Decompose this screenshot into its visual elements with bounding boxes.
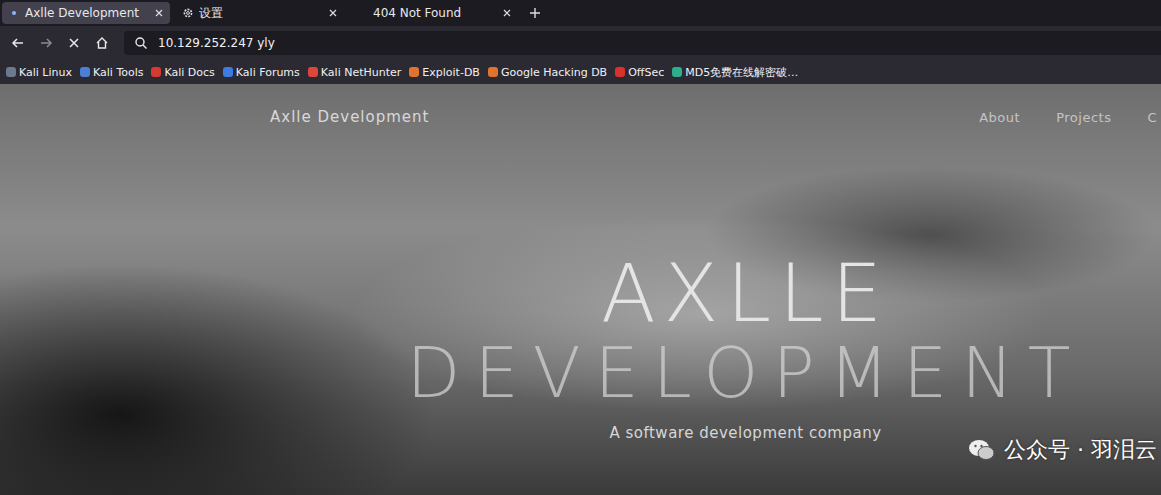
hero: AXLLEDEVELOPMENT A software development c… (0, 254, 1161, 442)
bookmark-item[interactable]: Kali Docs (151, 66, 214, 79)
watermark-text: 公众号 · 羽泪云 (1004, 435, 1157, 465)
bookmark-label: Kali Forums (236, 66, 300, 79)
bookmark-label: Kali Docs (164, 66, 214, 79)
loading-dot-icon (8, 7, 20, 19)
bookmark-label: Kali Linux (19, 66, 72, 79)
bookmark-item[interactable]: Kali NetHunter (308, 66, 402, 79)
bookmark-item[interactable]: OffSec (615, 66, 664, 79)
bookmark-item[interactable]: Kali Forums (223, 66, 300, 79)
bookmark-item[interactable]: Exploit-DB (409, 66, 480, 79)
address-bar[interactable]: 10.129.252.247 yly (124, 31, 1161, 55)
bookmark-item[interactable]: Kali Tools (80, 66, 143, 79)
gear-icon (182, 7, 194, 19)
tab-bar: Axlle Development 设置 404 Not Found (0, 0, 1161, 26)
favicon-icon (80, 67, 90, 77)
favicon-icon (672, 67, 682, 77)
favicon-icon (151, 67, 161, 77)
nav-toolbar: 10.129.252.247 yly (0, 26, 1161, 60)
tab-label: Axlle Development (25, 6, 149, 20)
browser-tab[interactable]: Axlle Development (2, 2, 170, 24)
close-icon[interactable] (328, 8, 338, 18)
forward-arrow-icon[interactable] (38, 35, 54, 51)
favicon-icon (223, 67, 233, 77)
nav-link[interactable]: Projects (1056, 110, 1111, 125)
back-arrow-icon[interactable] (10, 35, 26, 51)
bookmark-label: Kali Tools (93, 66, 143, 79)
stop-icon[interactable] (66, 35, 82, 51)
home-icon[interactable] (94, 35, 110, 51)
hero-tagline: A software development company (609, 424, 881, 442)
browser-tab[interactable]: 404 Not Found (350, 2, 518, 24)
bookmark-item[interactable]: Google Hacking DB (488, 66, 607, 79)
favicon-icon (488, 67, 498, 77)
web-page: Axlle Development About Projects C AXLLEDEVE… (0, 84, 1161, 495)
plus-icon[interactable] (528, 6, 542, 20)
wechat-icon (968, 438, 996, 462)
tab-label: 404 Not Found (373, 6, 497, 20)
bookmark-label: OffSec (628, 66, 664, 79)
tab-label: 设置 (199, 5, 323, 22)
bookmark-label: Kali NetHunter (321, 66, 402, 79)
bookmark-item[interactable]: MD5免费在线解密破… (672, 65, 798, 80)
search-icon (134, 36, 148, 50)
nav-link[interactable]: C (1147, 110, 1157, 125)
hero-subtitle: DEVELOPMENT (407, 338, 1085, 408)
favicon-icon (615, 67, 625, 77)
watermark: 公众号 · 羽泪云 (968, 435, 1157, 465)
bookmarks-bar: Kali Linux Kali Tools Kali Docs Kali Forums… (0, 60, 1161, 84)
bookmark-item[interactable]: Kali Linux (6, 66, 72, 79)
close-icon[interactable] (154, 8, 164, 18)
close-icon[interactable] (502, 8, 512, 18)
nav-link[interactable]: About (979, 110, 1020, 125)
favicon-icon (308, 67, 318, 77)
favicon-icon (6, 67, 16, 77)
url-text: 10.129.252.247 yly (158, 36, 275, 50)
bookmark-label: Exploit-DB (422, 66, 480, 79)
favicon-icon (409, 67, 419, 77)
site-nav: Axlle Development About Projects C (0, 84, 1161, 126)
browser-tab[interactable]: 设置 (176, 2, 344, 24)
site-brand[interactable]: Axlle Development (270, 108, 429, 126)
hero-title: AXLLE (601, 254, 890, 334)
browser-window: Axlle Development 设置 404 Not Found 10.129.2… (0, 0, 1161, 495)
bookmark-label: MD5免费在线解密破… (685, 65, 798, 80)
bookmark-label: Google Hacking DB (501, 66, 607, 79)
